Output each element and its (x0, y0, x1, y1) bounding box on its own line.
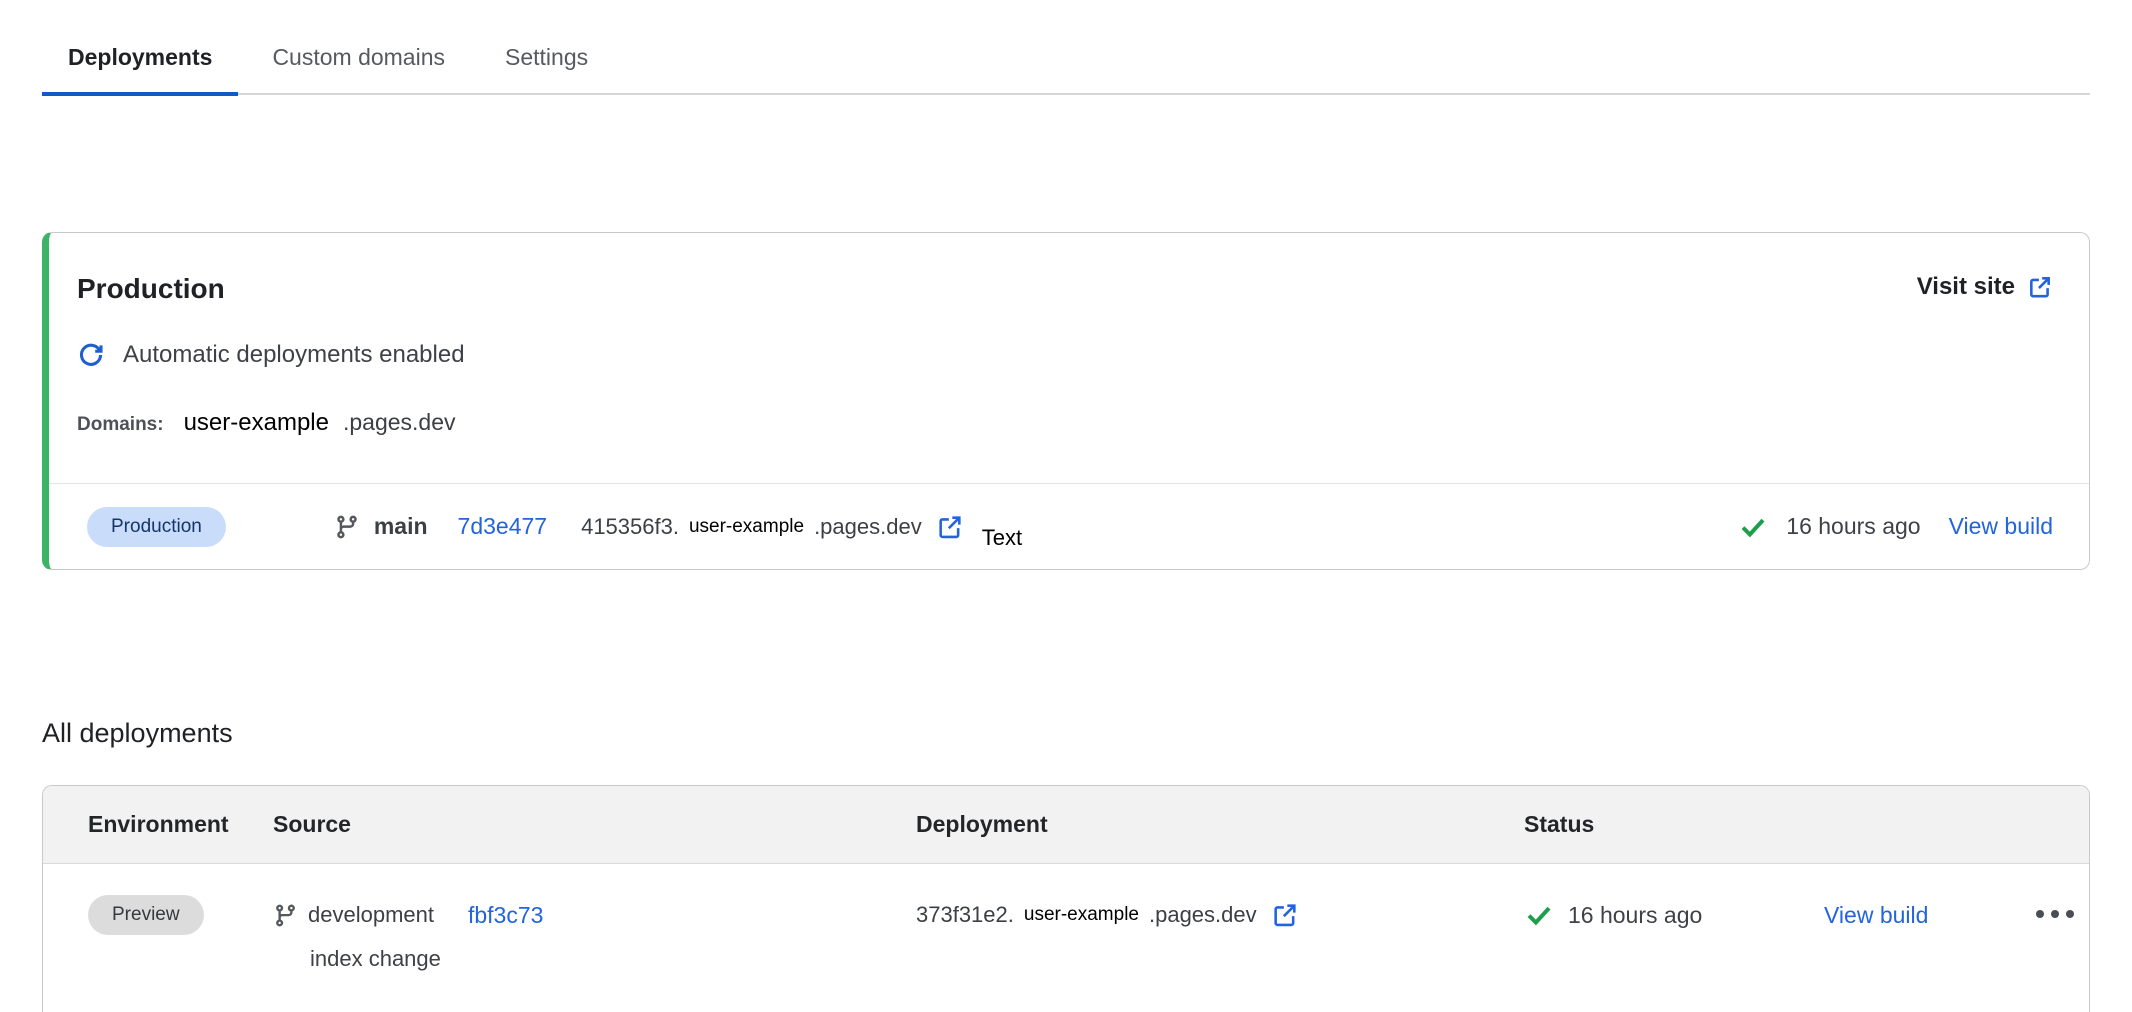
deployment-domain-suffix: .pages.dev (1149, 902, 1257, 928)
production-card: Production Visit site Automatic deployme… (42, 232, 2090, 570)
commit-message: index change (310, 946, 916, 972)
row-actions-menu-icon[interactable] (2036, 892, 2089, 918)
success-check-icon (1524, 900, 1554, 930)
tab-deployments[interactable]: Deployments (42, 30, 238, 93)
all-deployments-heading: All deployments (42, 718, 2090, 749)
table-row: Preview development fbf3c73 index change… (43, 864, 2089, 1012)
branch-name: main (374, 513, 428, 540)
tab-settings[interactable]: Settings (479, 30, 614, 93)
column-header-deployment: Deployment (916, 811, 1524, 838)
external-link-icon (2027, 274, 2053, 300)
external-link-icon[interactable] (1271, 901, 1299, 929)
domain-name: user-example (184, 409, 329, 437)
deployment-domain-suffix: .pages.dev (814, 514, 922, 540)
column-header-environment: Environment (88, 811, 273, 838)
domains-label: Domains: (77, 414, 164, 436)
deployment-domain: user-example (689, 516, 804, 538)
deployment-time: 16 hours ago (1786, 513, 1920, 540)
auto-deploy-text: Automatic deployments enabled (123, 341, 465, 369)
environment-badge: Preview (88, 895, 204, 935)
production-card-title: Production (77, 273, 225, 305)
view-build-link[interactable]: View build (1824, 902, 1928, 929)
production-deployment-row: Production main 7d3e477 415356f3. user-e… (49, 483, 2089, 569)
deployment-time: 16 hours ago (1568, 902, 1702, 929)
refresh-icon (77, 341, 105, 369)
external-link-icon[interactable] (936, 513, 964, 541)
environment-badge: Production (87, 507, 226, 547)
domain-suffix: .pages.dev (343, 409, 456, 436)
success-check-icon (1738, 512, 1768, 542)
column-header-source: Source (273, 811, 916, 838)
visit-site-label: Visit site (1917, 273, 2015, 301)
deployment-id: 415356f3. (581, 514, 679, 540)
text-annotation: Text (982, 525, 1022, 551)
deployments-table: Environment Source Deployment Status Pre… (42, 785, 2090, 1012)
git-branch-icon (273, 903, 298, 928)
commit-link[interactable]: 7d3e477 (458, 513, 548, 540)
deployment-domain: user-example (1024, 904, 1139, 926)
column-header-status: Status (1524, 811, 2089, 838)
branch-name: development (308, 902, 434, 928)
table-header-row: Environment Source Deployment Status (43, 786, 2089, 864)
view-build-link[interactable]: View build (1949, 513, 2053, 540)
tab-custom-domains[interactable]: Custom domains (246, 30, 471, 93)
visit-site-link[interactable]: Visit site (1917, 273, 2053, 301)
tab-bar: Deployments Custom domains Settings (42, 0, 2090, 95)
commit-link[interactable]: fbf3c73 (468, 902, 543, 929)
git-branch-icon (334, 514, 360, 540)
deployment-id: 373f31e2. (916, 902, 1014, 928)
